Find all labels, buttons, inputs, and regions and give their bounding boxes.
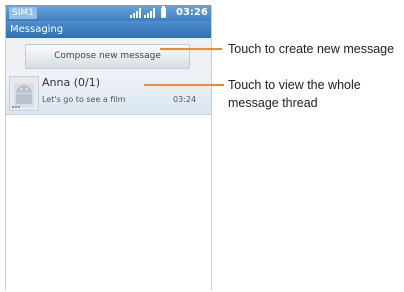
signal-strength-icon bbox=[144, 8, 155, 18]
callout-line-compose bbox=[160, 48, 222, 50]
callout-compose-text: Touch to create new message bbox=[228, 42, 395, 56]
callout-thread-text: Touch to view the whole message thread bbox=[228, 78, 361, 110]
callout-line-thread bbox=[144, 84, 224, 86]
compose-area: Compose new message bbox=[6, 38, 211, 72]
android-avatar-icon bbox=[12, 83, 34, 108]
battery-icon bbox=[161, 6, 166, 18]
thread-list-item[interactable]: Anna (0/1) Let's go to see a film 03:24 bbox=[6, 72, 211, 115]
status-time: 03:26 bbox=[176, 7, 208, 18]
thread-contact-name: Anna (0/1) bbox=[42, 76, 100, 89]
thread-snippet: Let's go to see a film bbox=[42, 95, 126, 104]
app-title: Messaging bbox=[6, 21, 211, 38]
status-bar: SIM1 03:26 bbox=[6, 5, 211, 21]
sim-indicator: SIM1 bbox=[9, 7, 37, 19]
thread-time: 03:24 bbox=[173, 95, 197, 104]
contact-avatar bbox=[9, 76, 39, 111]
signal-strength-icon bbox=[130, 8, 141, 18]
